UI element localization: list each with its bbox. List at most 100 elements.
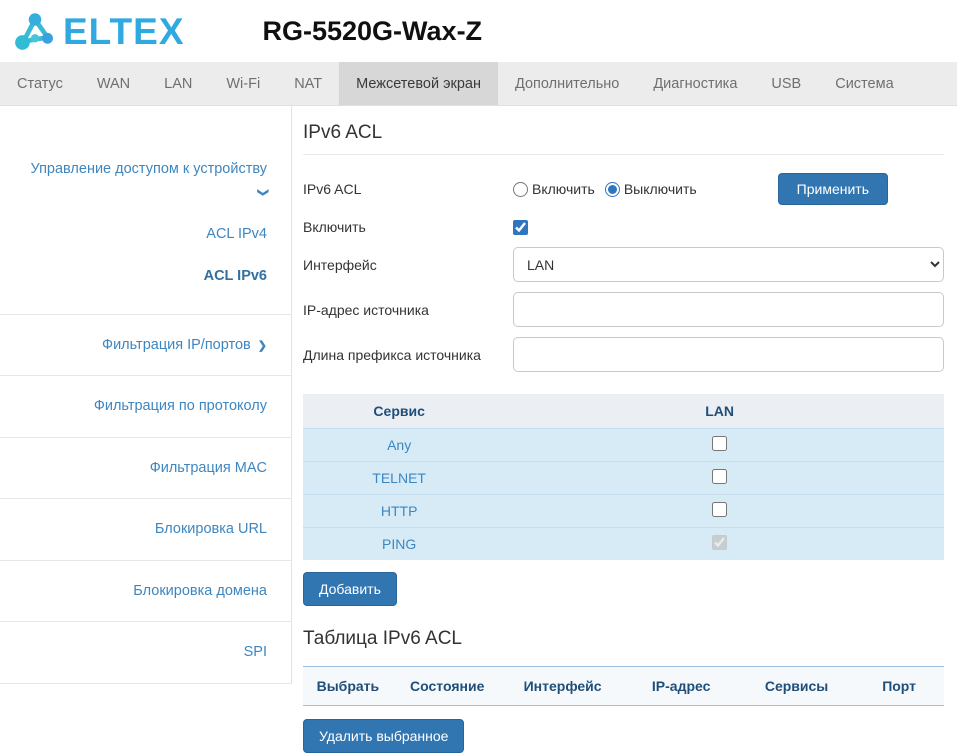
delete-selected-button[interactable]: Удалить выбранное (303, 719, 465, 753)
service-any-checkbox[interactable] (712, 436, 728, 451)
enable-label: Включить (303, 219, 366, 235)
service-name: Any (303, 428, 496, 462)
sidebar-item-protocol-filter[interactable]: Фильтрация по протоколу (0, 376, 291, 436)
add-button[interactable]: Добавить (303, 572, 397, 606)
chevron-right-icon: ❯ (257, 339, 267, 352)
eltex-logo: ELTEX (12, 10, 185, 52)
acl-header-select: Выбрать (303, 666, 393, 706)
sidebar-group-protocol-filter: Фильтрация по протоколу (0, 376, 291, 438)
interface-control: LAN (513, 247, 944, 282)
source-ip-label: IP-адрес источника (303, 301, 429, 318)
service-table-header-row: Сервис LAN (303, 394, 944, 429)
service-checkbox-cell (495, 527, 944, 560)
table-row: Any (303, 428, 944, 462)
table-row: PING (303, 527, 944, 560)
interface-row: Интерфейс LAN (303, 247, 944, 282)
content-layout: Управление доступом к устройству ❯ ACL I… (0, 106, 957, 753)
prefix-length-input[interactable] (513, 337, 944, 372)
enable-control (513, 219, 944, 235)
sidebar-group-mac-filter: Фильтрация MAC (0, 438, 291, 500)
acl-header-ip: IP-адрес (623, 666, 739, 706)
tab-lan[interactable]: LAN (147, 62, 209, 105)
main-content: IPv6 ACL IPv6 ACL Включить Выключить При… (292, 106, 957, 753)
sidebar-item-acl-ipv6[interactable]: ACL IPv6 (0, 255, 291, 297)
sidebar-group-ip-port-filter: Фильтрация IP/портов ❯ (0, 315, 291, 377)
sidebar-item-label: SPI (243, 644, 267, 661)
sidebar-item-label: Фильтрация IP/портов (102, 336, 251, 353)
acl-header-state: Состояние (392, 666, 502, 706)
tab-system[interactable]: Система (818, 62, 910, 105)
source-ip-input[interactable] (513, 292, 944, 327)
enable-row: Включить (303, 219, 944, 235)
sidebar-item-label: ACL IPv4 (206, 225, 267, 242)
acl-header-interface: Интерфейс (501, 666, 624, 706)
table-row: HTTP (303, 494, 944, 528)
prefix-length-row: Длина префикса источника (303, 337, 944, 372)
sidebar-item-device-access[interactable]: Управление доступом к устройству ❯ (0, 148, 291, 213)
tab-wan[interactable]: WAN (80, 62, 147, 105)
enable-checkbox[interactable] (513, 219, 528, 235)
sidebar-item-ip-port-filter[interactable]: Фильтрация IP/портов ❯ (0, 315, 291, 375)
sidebar-item-label: ACL IPv6 (203, 268, 267, 285)
router-admin-page: ELTEX RG-5520G-Wax-Z Статус WAN LAN Wi-F… (0, 0, 957, 753)
device-title: RG-5520G-Wax-Z (262, 15, 483, 46)
acl-header-services: Сервисы (738, 666, 855, 706)
main-nav: Статус WAN LAN Wi-Fi NAT Межсетевой экра… (0, 62, 957, 106)
header: ELTEX RG-5520G-Wax-Z (0, 0, 957, 62)
table-row: TELNET (303, 461, 944, 495)
acl-table-title: Таблица IPv6 ACL (303, 628, 462, 649)
service-checkbox-cell (495, 428, 944, 462)
tab-firewall[interactable]: Межсетевой экран (339, 62, 498, 105)
tab-status[interactable]: Статус (0, 62, 80, 105)
sidebar-group-spi: SPI (0, 622, 291, 684)
prefix-length-control (513, 337, 944, 372)
radio-disable[interactable]: Выключить (604, 181, 697, 197)
sidebar-item-url-block[interactable]: Блокировка URL (0, 499, 291, 559)
radio-disable-input[interactable] (604, 181, 620, 197)
brand-name: ELTEX (63, 10, 185, 52)
service-name: HTTP (303, 494, 496, 528)
ipv6-acl-row: IPv6 ACL Включить Выключить Применить (303, 173, 944, 205)
sidebar-item-spi[interactable]: SPI (0, 622, 291, 682)
eltex-logo-icon (15, 13, 53, 50)
prefix-length-label: Длина префикса источника (303, 346, 481, 363)
apply-button[interactable]: Применить (777, 173, 888, 205)
service-checkbox-cell (495, 461, 944, 495)
lan-column-header: LAN (495, 394, 944, 429)
sidebar-item-acl-ipv4[interactable]: ACL IPv4 (0, 213, 291, 255)
acl-table: Выбрать Состояние Интерфейс IP-адрес Сер… (303, 666, 944, 706)
sidebar-item-domain-block[interactable]: Блокировка домена (0, 561, 291, 621)
page-title: IPv6 ACL (303, 122, 944, 155)
service-telnet-checkbox[interactable] (712, 469, 728, 484)
interface-select[interactable]: LAN (513, 247, 944, 282)
tab-usb[interactable]: USB (754, 62, 818, 105)
service-table: Сервис LAN Any TELNET HTTP PING (303, 394, 944, 560)
sidebar-item-mac-filter[interactable]: Фильтрация MAC (0, 438, 291, 498)
chevron-down-icon: ❯ (256, 188, 269, 198)
source-ip-control (513, 292, 944, 327)
sidebar-group-url-block: Блокировка URL (0, 499, 291, 561)
tab-diagnostics[interactable]: Диагностика (636, 62, 754, 105)
service-name: PING (303, 527, 496, 560)
sidebar-item-label: Управление доступом к устройству (30, 161, 267, 177)
sidebar: Управление доступом к устройству ❯ ACL I… (0, 106, 292, 684)
radio-enable[interactable]: Включить (513, 181, 595, 197)
service-ping-checkbox[interactable] (712, 535, 728, 550)
radio-enable-input[interactable] (513, 181, 528, 197)
source-ip-row: IP-адрес источника (303, 292, 944, 327)
acl-header-port: Порт (854, 666, 944, 706)
service-column-header: Сервис (303, 394, 496, 429)
ipv6-acl-control: Включить Выключить Применить (513, 173, 944, 205)
tab-wifi[interactable]: Wi-Fi (209, 62, 277, 105)
radio-disable-label: Выключить (623, 181, 697, 197)
tab-nat[interactable]: NAT (277, 62, 339, 105)
service-checkbox-cell (495, 494, 944, 528)
acl-table-header-row: Выбрать Состояние Интерфейс IP-адрес Сер… (303, 666, 944, 706)
sidebar-item-label: Фильтрация по протоколу (93, 398, 267, 415)
service-name: TELNET (303, 461, 496, 495)
service-http-checkbox[interactable] (712, 502, 728, 517)
sidebar-item-label: Блокировка домена (133, 582, 267, 599)
interface-label: Интерфейс (303, 256, 377, 273)
tab-advanced[interactable]: Дополнительно (498, 62, 636, 105)
radio-enable-label: Включить (532, 181, 595, 197)
